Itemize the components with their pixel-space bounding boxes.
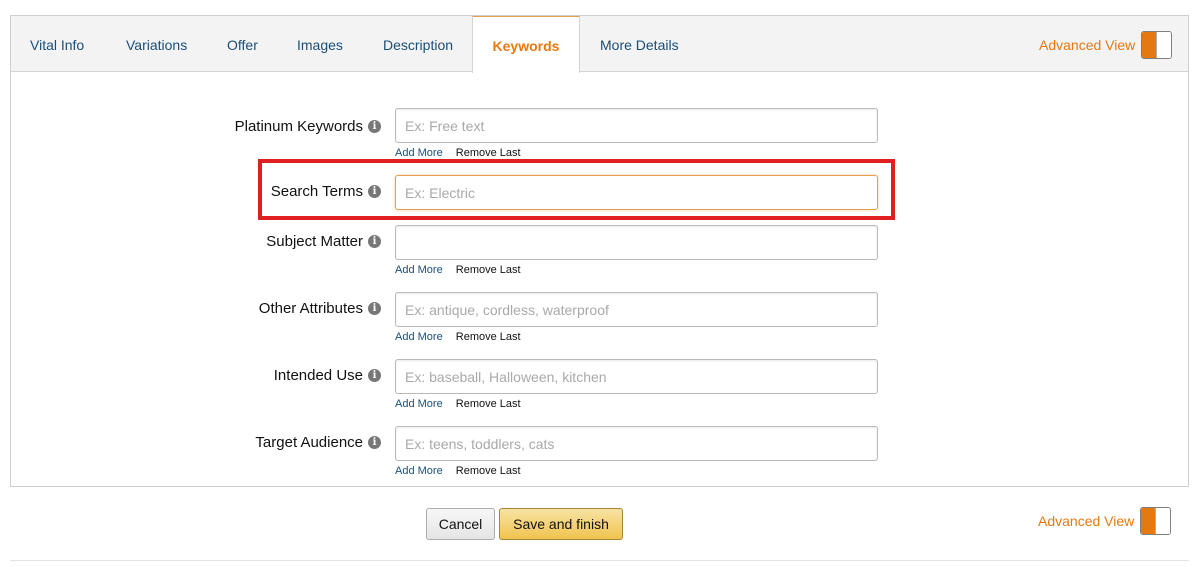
tab-vital-info[interactable]: Vital Info: [30, 16, 84, 72]
field-links: Add More Remove Last: [395, 147, 521, 159]
field-label-text: Platinum Keywords: [234, 118, 363, 135]
info-icon[interactable]: i: [368, 120, 381, 133]
add-more-link[interactable]: Add More: [395, 147, 443, 159]
field-links: Add More Remove Last: [395, 264, 521, 276]
remove-last-link[interactable]: Remove Last: [456, 147, 521, 159]
add-more-link[interactable]: Add More: [395, 398, 443, 410]
platinum-keywords-input[interactable]: [395, 108, 878, 143]
advanced-view-label: Advanced View: [1039, 37, 1136, 53]
tab-more-details[interactable]: More Details: [600, 16, 679, 72]
tab-images[interactable]: Images: [297, 16, 343, 72]
field-label-search-terms: Search Terms i: [271, 183, 381, 200]
info-icon[interactable]: i: [368, 436, 381, 449]
add-more-link[interactable]: Add More: [395, 465, 443, 477]
advanced-view-toggle[interactable]: [1141, 31, 1173, 59]
field-links: Add More Remove Last: [395, 398, 521, 410]
listing-form-panel: Vital Info Variations Offer Images Descr…: [10, 15, 1189, 487]
field-label-text: Subject Matter: [266, 233, 363, 250]
field-label-target-audience: Target Audience i: [255, 434, 381, 451]
target-audience-input[interactable]: [395, 426, 878, 461]
field-label-text: Other Attributes: [258, 300, 363, 317]
remove-last-link[interactable]: Remove Last: [456, 264, 521, 276]
intended-use-input[interactable]: [395, 359, 878, 394]
info-icon[interactable]: i: [368, 369, 381, 382]
advanced-view-label: Advanced View: [1038, 513, 1135, 529]
advanced-view-toggle[interactable]: [1140, 507, 1172, 535]
field-label-intended-use: Intended Use i: [274, 367, 381, 384]
info-icon[interactable]: i: [368, 302, 381, 315]
field-label-text: Intended Use: [273, 367, 363, 384]
tab-description[interactable]: Description: [383, 16, 453, 72]
subject-matter-input[interactable]: [395, 225, 878, 260]
search-terms-input[interactable]: [395, 175, 878, 210]
add-more-link[interactable]: Add More: [395, 264, 443, 276]
field-label-other-attributes: Other Attributes i: [259, 300, 381, 317]
tab-variations[interactable]: Variations: [126, 16, 187, 72]
other-attributes-input[interactable]: [395, 292, 878, 327]
field-label-platinum-keywords: Platinum Keywords i: [235, 118, 381, 135]
info-icon[interactable]: i: [368, 185, 381, 198]
remove-last-link[interactable]: Remove Last: [456, 398, 521, 410]
field-label-text: Search Terms: [270, 183, 363, 200]
tab-keywords[interactable]: Keywords: [472, 16, 580, 73]
field-label-subject-matter: Subject Matter i: [266, 233, 381, 250]
footer-divider: [10, 560, 1189, 561]
add-more-link[interactable]: Add More: [395, 331, 443, 343]
cancel-button[interactable]: Cancel: [426, 508, 495, 540]
field-label-text: Target Audience: [255, 434, 363, 451]
advanced-view-bottom: Advanced View: [1038, 507, 1172, 535]
tab-offer[interactable]: Offer: [227, 16, 258, 72]
remove-last-link[interactable]: Remove Last: [456, 465, 521, 477]
tab-bar: Vital Info Variations Offer Images Descr…: [11, 16, 1188, 73]
field-links: Add More Remove Last: [395, 465, 521, 477]
save-and-finish-button[interactable]: Save and finish: [499, 508, 623, 540]
advanced-view-top: Advanced View: [1039, 31, 1173, 59]
info-icon[interactable]: i: [368, 235, 381, 248]
remove-last-link[interactable]: Remove Last: [456, 331, 521, 343]
field-links: Add More Remove Last: [395, 331, 521, 343]
